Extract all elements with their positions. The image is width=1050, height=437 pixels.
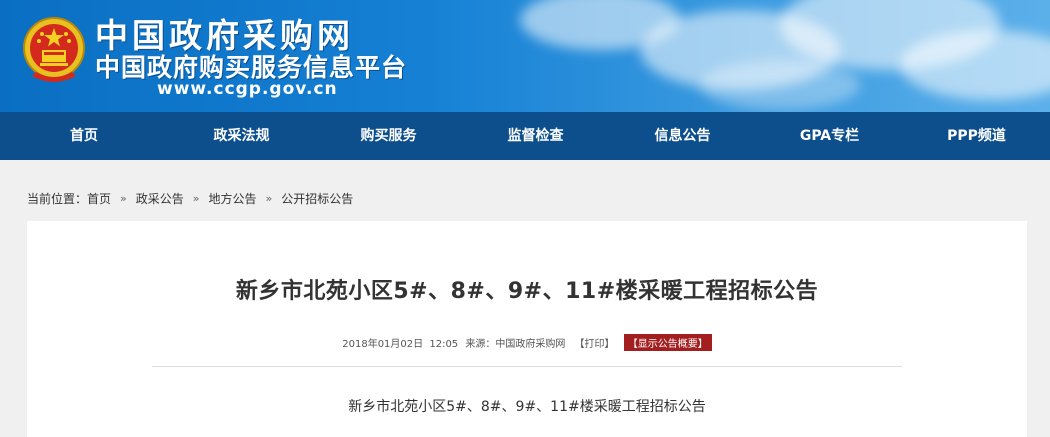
nav-item-home[interactable]: 首页 [0, 112, 168, 160]
breadcrumb-separator: » [192, 191, 200, 205]
nav-item-gpa[interactable]: GPA专栏 [756, 112, 903, 160]
article-title: 新乡市北苑小区5#、8#、9#、11#楼采暖工程招标公告 [235, 279, 819, 304]
breadcrumb-item-home[interactable]: 首页 [87, 190, 111, 207]
article-meta: 2018年01月02日 12:05 来源：中国政府采购网 【打印】 【显示公告概… [27, 334, 1027, 351]
banner-cloud [900, 30, 1050, 100]
show-summary-button[interactable]: 【显示公告概要】 [623, 334, 712, 351]
breadcrumb: 当前位置： 首页 » 政采公告 » 地方公告 » 公开招标公告 [27, 189, 353, 207]
banner-cloud [700, 60, 860, 110]
site-subtitle: 中国政府购买服务信息平台 [95, 53, 408, 82]
breadcrumb-label: 当前位置： [27, 191, 88, 206]
article-source: 中国政府采购网 [495, 339, 566, 350]
header-banner: 中国政府采购网 中国政府购买服务信息平台 www.ccgp.gov.cn [0, 0, 1050, 112]
nav-item-ppp[interactable]: PPP频道 [903, 112, 1050, 160]
breadcrumb-item-public-tender[interactable]: 公开招标公告 [281, 190, 353, 207]
breadcrumb-item-local-announcements[interactable]: 地方公告 [209, 190, 257, 207]
divider [152, 366, 902, 367]
nav-item-announcements[interactable]: 信息公告 [609, 112, 756, 160]
article-time: 12:05 [429, 339, 459, 350]
article-source-label: 来源： [465, 339, 496, 350]
national-emblem-icon [23, 17, 85, 82]
breadcrumb-separator: » [265, 191, 273, 205]
article-subtitle: 新乡市北苑小区5#、8#、9#、11#楼采暖工程招标公告 [348, 399, 706, 415]
nav-item-supervision[interactable]: 监督检查 [462, 112, 609, 160]
breadcrumb-item-gov-procurement[interactable]: 政采公告 [136, 190, 184, 207]
main-nav: 首页 政采法规 购买服务 监督检查 信息公告 GPA专栏 PPP频道 [0, 112, 1050, 160]
article-date: 2018年01月02日 [342, 339, 424, 350]
site-url: www.ccgp.gov.cn [157, 79, 338, 99]
nav-item-regulations[interactable]: 政采法规 [168, 112, 315, 160]
print-button[interactable]: 【打印】 [575, 339, 615, 350]
nav-item-purchase-services[interactable]: 购买服务 [315, 112, 462, 160]
site-name: 中国政府采购网 [95, 16, 354, 55]
article-panel: 新乡市北苑小区5#、8#、9#、11#楼采暖工程招标公告 2018年01月02日… [27, 221, 1027, 437]
breadcrumb-separator: » [120, 191, 127, 205]
